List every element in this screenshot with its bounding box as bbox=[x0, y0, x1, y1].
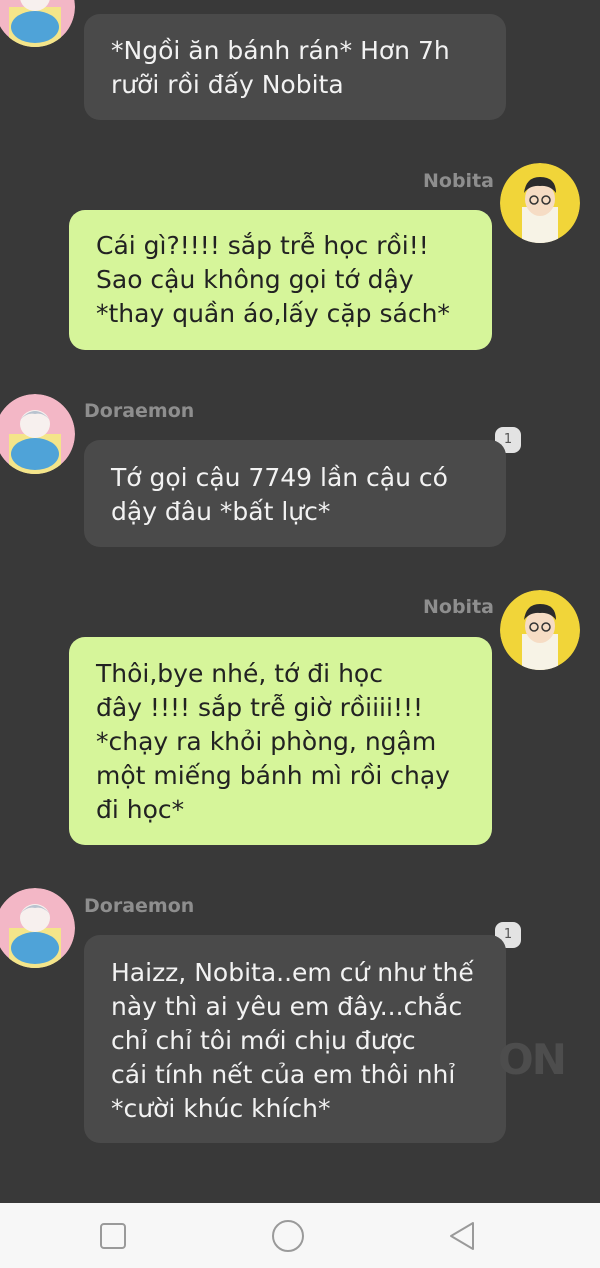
message-bubble[interactable]: Cái gì?!!!! sắp trễ học rồi!! Sao cậu kh… bbox=[69, 210, 492, 350]
recent-apps-button[interactable] bbox=[73, 1203, 153, 1268]
message-bubble[interactable]: Haizz, Nobita..em cứ như thế này thì ai … bbox=[84, 935, 506, 1143]
sender-name: Nobita bbox=[423, 170, 494, 192]
nobita-avatar[interactable] bbox=[500, 590, 580, 670]
message-bubble[interactable]: Tớ gọi cậu 7749 lần cậu có dậy đâu *bất … bbox=[84, 440, 506, 547]
system-navigation-bar bbox=[0, 1203, 600, 1268]
doraemon-avatar[interactable] bbox=[0, 888, 75, 968]
nobita-avatar[interactable] bbox=[500, 163, 580, 243]
chat-area[interactable]: *Ngồi ăn bánh rán* Hơn 7h rưỡi rồi đấy N… bbox=[0, 0, 600, 1203]
watermark-text: ON bbox=[498, 1035, 567, 1084]
message-bubble[interactable]: Thôi,bye nhé, tớ đi học đây !!!! sắp trễ… bbox=[69, 637, 492, 845]
triangle-back-icon bbox=[450, 1221, 474, 1250]
doraemon-avatar[interactable] bbox=[0, 394, 75, 474]
circle-icon bbox=[272, 1219, 304, 1252]
doraemon-avatar[interactable] bbox=[0, 0, 75, 47]
message-bubble[interactable]: *Ngồi ăn bánh rán* Hơn 7h rưỡi rồi đấy N… bbox=[84, 14, 506, 120]
square-icon bbox=[100, 1222, 126, 1249]
sender-name: Doraemon bbox=[84, 895, 195, 917]
sender-name: Doraemon bbox=[84, 400, 195, 422]
sender-name: Nobita bbox=[423, 596, 494, 618]
back-button[interactable] bbox=[422, 1203, 502, 1268]
home-button[interactable] bbox=[248, 1203, 328, 1268]
